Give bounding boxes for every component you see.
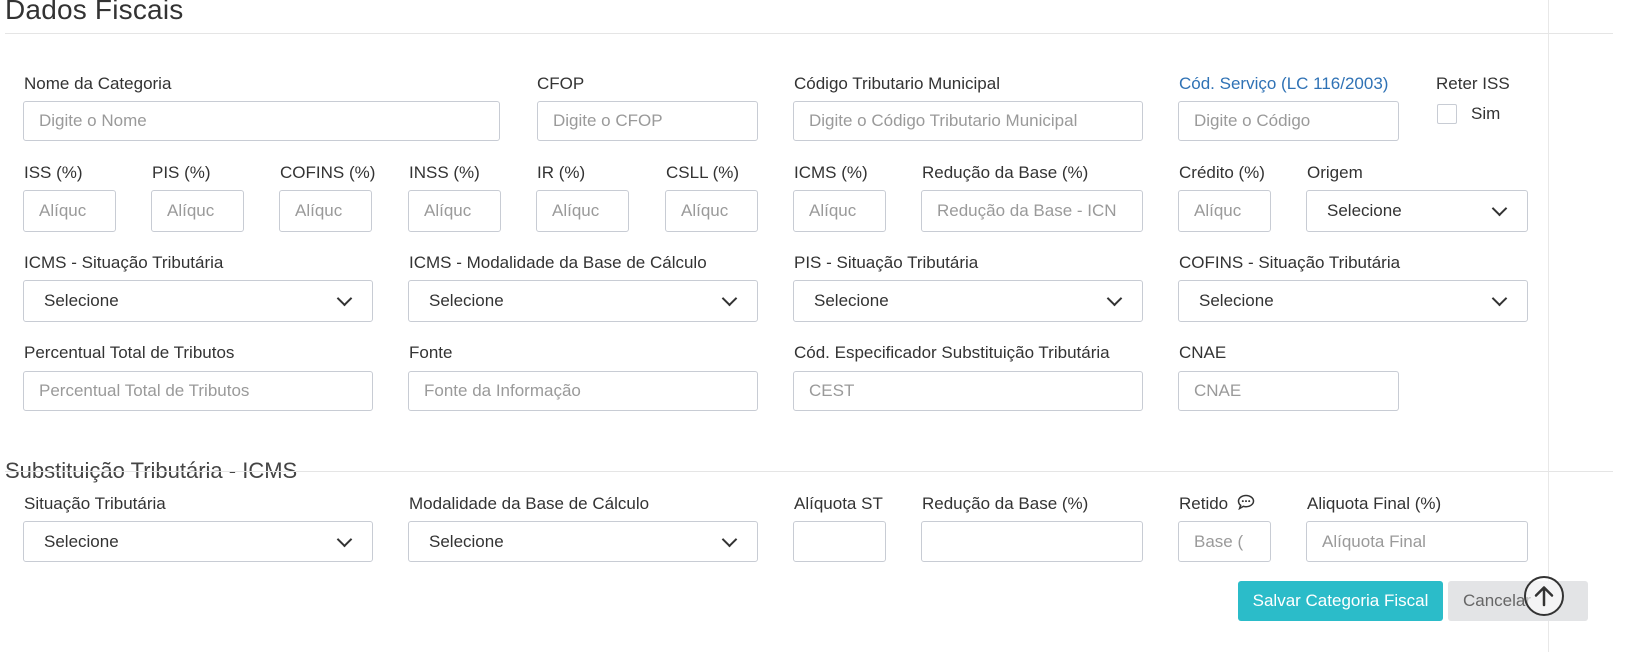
reducao-base-label: Redução da Base (%): [922, 163, 1089, 182]
iss-label: ISS (%): [24, 163, 83, 182]
cnae-input[interactable]: [1178, 371, 1399, 411]
cfop-input[interactable]: [537, 101, 758, 141]
inss-input[interactable]: [408, 190, 501, 232]
st-reducao-input[interactable]: [921, 521, 1143, 562]
nome-categoria-input[interactable]: [23, 101, 500, 141]
icms-modalidade-select[interactable]: Selecione: [408, 280, 758, 322]
pis-situacao-value: Selecione: [814, 291, 889, 310]
aliquota-st-label: Alíquota ST: [794, 494, 883, 513]
reter-iss-label: Reter ISS: [1436, 74, 1510, 93]
cofins-label: COFINS (%): [280, 163, 376, 182]
retido-label-text: Retido: [1179, 494, 1229, 513]
iss-input[interactable]: [23, 190, 116, 232]
cofins-situacao-select[interactable]: Selecione: [1178, 280, 1528, 322]
reter-iss-sim-label: Sim: [1471, 104, 1501, 123]
cofins-situacao-value: Selecione: [1199, 291, 1274, 310]
credito-label: Crédito (%): [1179, 163, 1265, 182]
aliquota-st-input[interactable]: [793, 521, 886, 562]
chevron-down-icon: [336, 290, 353, 307]
pis-label: PIS (%): [152, 163, 211, 182]
st-modalidade-value: Selecione: [429, 531, 504, 551]
cod-servico-link[interactable]: Cód. Serviço (LC 116/2003): [1179, 74, 1388, 94]
st-situacao-label: Situação Tributária: [24, 494, 166, 513]
page-title: Dados Fiscais: [5, 0, 184, 25]
pis-situacao-select[interactable]: Selecione: [793, 280, 1143, 322]
codigo-tributario-municipal-input[interactable]: [793, 101, 1143, 141]
origem-select-value: Selecione: [1327, 201, 1402, 220]
cest-input[interactable]: [793, 371, 1143, 411]
csll-input[interactable]: [665, 190, 758, 232]
divider: [5, 33, 1613, 34]
page-edge-line: [1548, 0, 1549, 652]
chevron-down-icon: [721, 290, 738, 307]
chevron-down-icon: [336, 531, 353, 547]
cofins-input[interactable]: [279, 190, 372, 232]
icms-modalidade-label: ICMS - Modalidade da Base de Cálculo: [409, 253, 707, 272]
chevron-down-icon: [1491, 200, 1508, 217]
pis-input[interactable]: [151, 190, 244, 232]
nome-categoria-label: Nome da Categoria: [24, 74, 172, 93]
divider: [5, 471, 1613, 472]
comment-icon[interactable]: [1237, 494, 1255, 515]
cfop-label: CFOP: [537, 74, 585, 93]
percentual-tributos-input[interactable]: [23, 371, 373, 411]
st-modalidade-label: Modalidade da Base de Cálculo: [409, 494, 650, 513]
arrow-up-icon: [1534, 586, 1554, 607]
pis-situacao-label: PIS - Situação Tributária: [794, 253, 979, 272]
csll-label: CSLL (%): [666, 163, 740, 182]
cod-servico-input[interactable]: [1178, 101, 1399, 141]
icms-situacao-select[interactable]: Selecione: [23, 280, 373, 322]
fonte-label: Fonte: [409, 343, 453, 362]
st-modalidade-select[interactable]: Selecione: [408, 521, 758, 562]
codigo-tributario-municipal-label: Código Tributario Municipal: [794, 74, 1000, 93]
ir-input[interactable]: [536, 190, 629, 232]
icms-input[interactable]: [793, 190, 886, 232]
cest-label: Cód. Especificador Substituição Tributár…: [794, 343, 1110, 362]
chevron-down-icon: [721, 531, 738, 547]
credito-input[interactable]: [1178, 190, 1271, 232]
inss-label: INSS (%): [409, 163, 480, 182]
reducao-base-input[interactable]: [921, 190, 1143, 232]
scroll-to-top-button[interactable]: [1524, 576, 1564, 616]
st-situacao-value: Selecione: [44, 531, 119, 551]
icms-situacao-label: ICMS - Situação Tributária: [24, 253, 224, 272]
origem-label: Origem: [1307, 163, 1363, 182]
chevron-down-icon: [1106, 290, 1123, 307]
cancel-button[interactable]: Cancelar: [1448, 581, 1588, 621]
icms-modalidade-value: Selecione: [429, 291, 504, 310]
chevron-down-icon: [1491, 290, 1508, 307]
cnae-label: CNAE: [1179, 343, 1227, 362]
ir-label: IR (%): [537, 163, 586, 182]
st-situacao-select[interactable]: Selecione: [23, 521, 373, 562]
save-button[interactable]: Salvar Categoria Fiscal: [1238, 581, 1443, 621]
aliquota-final-label: Aliquota Final (%): [1307, 494, 1442, 513]
icms-label: ICMS (%): [794, 163, 868, 182]
reter-iss-checkbox[interactable]: [1437, 104, 1457, 124]
fonte-input[interactable]: [408, 371, 758, 411]
cofins-situacao-label: COFINS - Situação Tributária: [1179, 253, 1401, 272]
percentual-tributos-label: Percentual Total de Tributos: [24, 343, 235, 362]
icms-situacao-value: Selecione: [44, 291, 119, 310]
aliquota-final-input[interactable]: [1306, 521, 1528, 562]
origem-select[interactable]: Selecione: [1306, 190, 1528, 232]
retido-label: Retido: [1179, 494, 1255, 515]
retido-base-input[interactable]: [1178, 521, 1271, 562]
st-reducao-label: Redução da Base (%): [922, 494, 1089, 513]
